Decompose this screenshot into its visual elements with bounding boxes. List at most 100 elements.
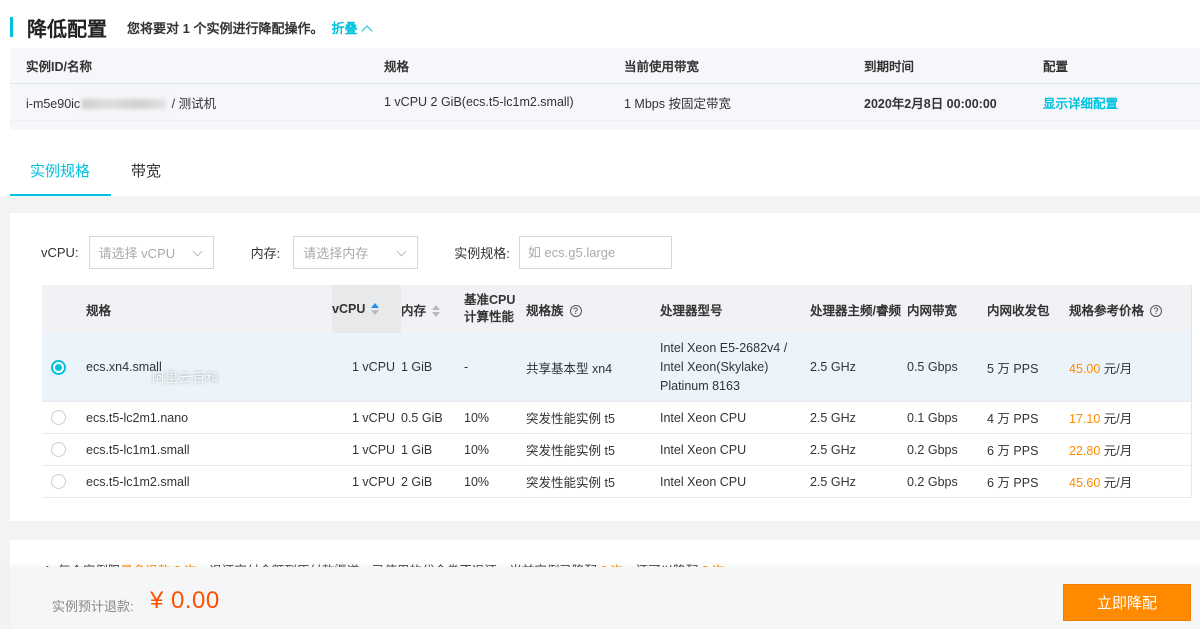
memory-select[interactable]: 请选择内存 (293, 235, 419, 269)
table-row[interactable]: ecs.t5-lc1m1.small 1 vCPU 1 GiB 10% 突发性能… (42, 434, 1191, 466)
tabs: 实例规格 带宽 (10, 150, 181, 196)
chevron-down-icon (396, 246, 407, 256)
freq-cell: 2.5 GHz (810, 474, 856, 489)
fold-label: 折叠 (331, 20, 358, 36)
col-bandwidth: 当前使用带宽 (624, 60, 700, 74)
spec-filter-label: 实例规格: (454, 245, 510, 261)
table-row[interactable]: ecs.t5-lc2m1.nano 1 vCPU 0.5 GiB 10% 突发性… (42, 402, 1191, 434)
bandwidth-cell: 0.5 Gbps (907, 360, 958, 374)
family-cell: 突发性能实例 t5 (526, 412, 615, 426)
sort-icon (432, 305, 441, 318)
pps-cell: 6 万 PPS (987, 444, 1039, 458)
col-vcpu[interactable]: vCPU (332, 285, 401, 333)
chevron-down-icon (192, 246, 203, 256)
col-spec: 规格 (384, 60, 410, 74)
vcpu-cell: 1 vCPU (352, 410, 396, 425)
instance-id-cell: i-m5e90ic / 测试机 (26, 93, 384, 112)
vcpu-cell: 1 vCPU (352, 474, 396, 489)
redacted-id (82, 99, 167, 110)
processor-cell: Intel Xeon E5-2682v4 / Intel Xeon(Skylak… (660, 340, 788, 393)
radio-button[interactable] (51, 410, 66, 425)
spec-filter-input[interactable] (518, 235, 672, 269)
processor-cell: Intel Xeon CPU (660, 442, 747, 457)
instance-expire: 2020年2月8日 00:00:00 (864, 96, 997, 111)
col-freq: 处理器主频/睿频 (810, 303, 901, 318)
processor-cell: Intel Xeon CPU (660, 474, 747, 489)
radio-button[interactable] (51, 442, 66, 457)
instance-id: i-m5e90ic (26, 96, 81, 111)
freq-cell: 2.5 GHz (810, 410, 856, 425)
title-accent-bar (10, 17, 13, 37)
bandwidth-cell: 0.2 Gbps (907, 442, 958, 457)
spec-panel: vCPU: 请选择 vCPU 内存: 请选择内存 实例规格: 规格 vCPU 内… (10, 213, 1200, 521)
pps-cell: 6 万 PPS (987, 476, 1039, 490)
vcpu-cell: 1 vCPU (352, 442, 396, 457)
refund-value: ¥ 0.00 (150, 587, 220, 614)
freq-cell: 2.5 GHz (810, 442, 856, 457)
baseline-cell: 10% (464, 410, 490, 425)
col-expire: 到期时间 (864, 60, 915, 74)
col-instance-id: 实例ID/名称 (26, 60, 92, 74)
col-pps: 内网收发包 (987, 303, 1050, 318)
pps-cell: 5 万 PPS (987, 361, 1039, 376)
sort-icon (371, 303, 380, 315)
price-cell: 17.10 元/月 (1069, 412, 1133, 426)
tab-instance-spec[interactable]: 实例规格 (10, 150, 111, 196)
instance-spec: 1 vCPU 2 GiB(ecs.t5-lc1m2.small) (384, 95, 574, 109)
tab-bandwidth[interactable]: 带宽 (111, 150, 181, 196)
instance-row: i-m5e90ic / 测试机 1 vCPU 2 GiB(ecs.t5-lc1m… (10, 84, 1200, 121)
page-description: 您将要对 1 个实例进行降配操作。 (127, 20, 324, 36)
filter-bar: vCPU: 请选择 vCPU 内存: 请选择内存 实例规格: (10, 235, 672, 269)
title-row: 降低配置 您将要对 1 个实例进行降配操作。 折叠 (10, 14, 374, 41)
instance-name: / 测试机 (171, 96, 217, 111)
table-row[interactable]: ecs.t5-lc1m2.small 1 vCPU 2 GiB 10% 突发性能… (42, 466, 1191, 498)
memory-cell: 1 GiB (401, 442, 433, 457)
memory-label: 内存: (250, 245, 281, 261)
memory-cell: 1 GiB (401, 360, 433, 374)
col-price: 规格参考价格? (1069, 300, 1189, 319)
col-spec: 规格 (86, 303, 112, 318)
vcpu-select[interactable]: 请选择 vCPU (88, 235, 214, 269)
instance-bandwidth: 1 Mbps 按固定带宽 (624, 96, 731, 111)
vcpu-cell: 1 vCPU (352, 360, 396, 374)
radio-button[interactable] (51, 359, 66, 375)
page-title: 降低配置 (27, 18, 107, 41)
bandwidth-cell: 0.1 Gbps (907, 410, 958, 425)
help-icon[interactable]: ? (1150, 305, 1163, 318)
spec-cell: ecs.t5-lc1m1.small (86, 442, 190, 457)
freq-cell: 2.5 GHz (810, 360, 856, 374)
spec-cell: ecs.xn4.small (86, 360, 162, 374)
family-cell: 共享基本型 xn4 (526, 361, 613, 376)
fold-link[interactable]: 折叠 (331, 18, 374, 37)
spec-cell: ecs.t5-lc2m1.nano (86, 410, 189, 425)
downgrade-now-button[interactable]: 立即降配 (1063, 584, 1191, 621)
vcpu-placeholder: 请选择 vCPU (98, 245, 176, 261)
price-cell: 22.80 元/月 (1069, 444, 1133, 458)
help-icon[interactable]: ? (569, 305, 582, 318)
bandwidth-cell: 0.2 Gbps (907, 474, 958, 489)
baseline-cell: 10% (464, 442, 490, 457)
chevron-up-icon (361, 24, 374, 37)
table-row[interactable]: ecs.xn4.small 1 vCPU 1 GiB - 共享基本型 xn4 I… (42, 333, 1191, 402)
memory-placeholder: 请选择内存 (303, 245, 369, 261)
processor-cell: Intel Xeon CPU (660, 410, 747, 425)
footer-bar: 实例预计退款: ¥ 0.00 立即降配 (10, 567, 1200, 629)
vcpu-label: vCPU: (41, 244, 79, 260)
price-cell: 45.00 元/月 (1069, 361, 1133, 376)
spec-cell: ecs.t5-lc1m2.small (86, 474, 190, 489)
refund-label: 实例预计退款: (52, 599, 134, 614)
show-config-link[interactable]: 显示详细配置 (1043, 93, 1193, 112)
family-cell: 突发性能实例 t5 (526, 476, 615, 490)
price-cell: 45.60 元/月 (1069, 476, 1133, 490)
radio-button[interactable] (51, 474, 66, 489)
col-processor: 处理器型号 (660, 303, 723, 318)
memory-cell: 0.5 GiB (401, 410, 443, 425)
spec-table: 规格 vCPU 内存 基准CPU 计算性能 规格族? 处理器型号 处理器主频/睿频… (42, 285, 1192, 498)
spec-table-header: 规格 vCPU 内存 基准CPU 计算性能 规格族? 处理器型号 处理器主频/睿频… (42, 285, 1191, 333)
col-memory[interactable]: 内存 (401, 300, 464, 319)
top-section: 降低配置 您将要对 1 个实例进行降配操作。 折叠 实例ID/名称 规格 当前使… (0, 0, 1200, 196)
col-config: 配置 (1043, 60, 1069, 74)
baseline-cell: 10% (464, 474, 490, 489)
instance-table-header: 实例ID/名称 规格 当前使用带宽 到期时间 配置 (10, 48, 1200, 84)
col-baseline: 基准CPU 计算性能 (464, 293, 516, 324)
